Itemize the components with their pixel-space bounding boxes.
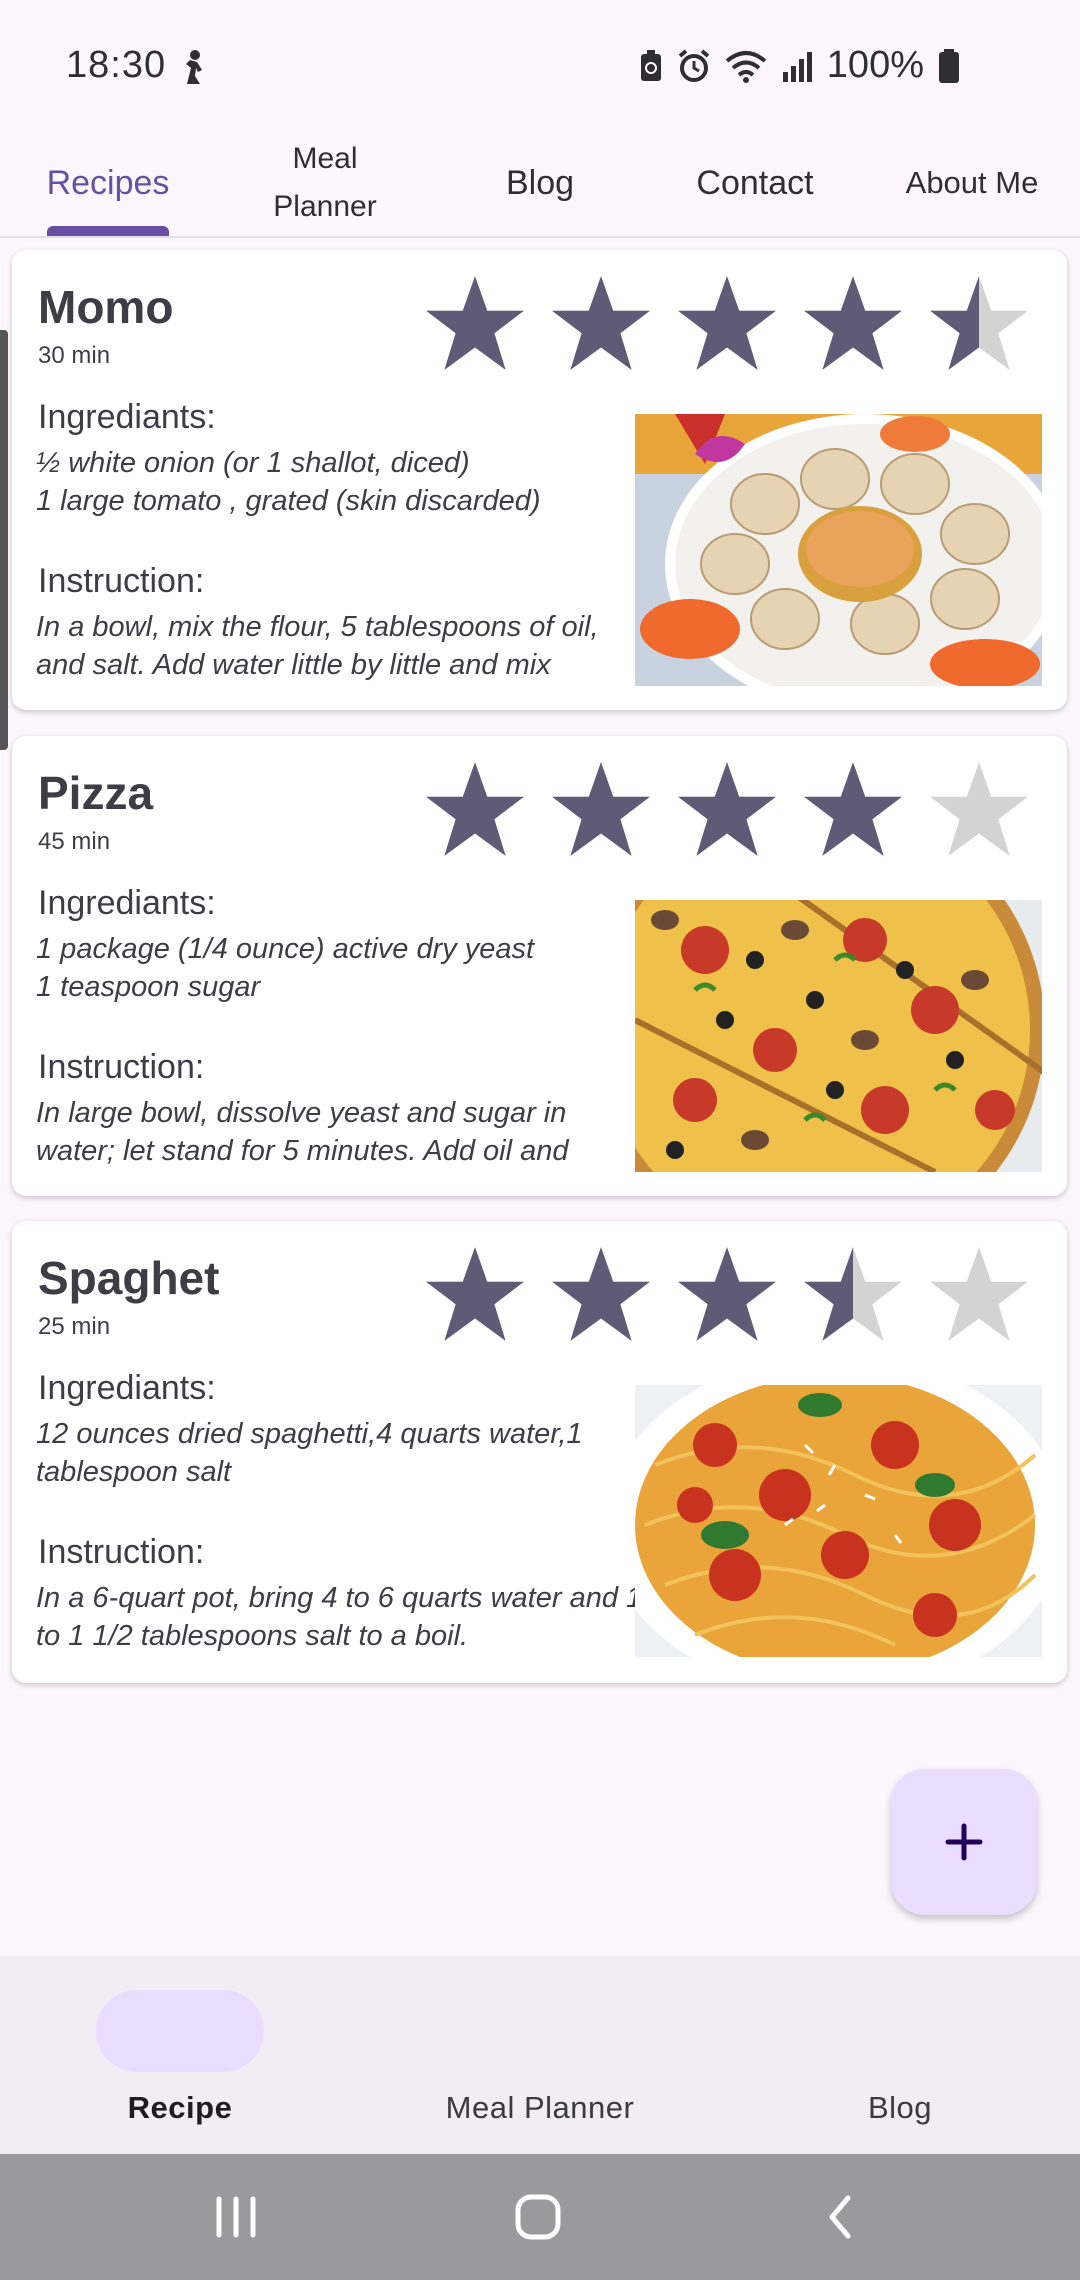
rating-stars[interactable] bbox=[424, 1243, 1030, 1345]
status-bar: 18:30 100% bbox=[0, 0, 1080, 130]
recipe-time: 45 min bbox=[38, 828, 111, 855]
star-icon[interactable] bbox=[676, 1243, 778, 1345]
tab-blog[interactable]: Blog bbox=[470, 130, 610, 236]
nav-pill-placeholder bbox=[456, 1990, 624, 2072]
star-icon[interactable] bbox=[424, 758, 526, 860]
home-button[interactable] bbox=[498, 2182, 578, 2252]
recipe-card-spaghet[interactable]: Spaghet 25 min Ingrediants: 12 ounces dr… bbox=[12, 1221, 1067, 1683]
nav-meal-planner-label: Meal Planner bbox=[445, 2090, 635, 2125]
status-time: 18:30 bbox=[66, 44, 167, 86]
instruction-label: Instruction: bbox=[38, 1533, 205, 1571]
back-icon bbox=[829, 2195, 851, 2239]
nav-blog-label: Blog bbox=[867, 2090, 933, 2125]
tab-contact[interactable]: Contact bbox=[670, 130, 840, 236]
star-icon[interactable] bbox=[802, 758, 904, 860]
star-icon[interactable] bbox=[928, 272, 1030, 374]
person-activity-icon bbox=[186, 50, 202, 84]
ingredients-text: 12 ounces dried spaghetti,4 quarts water… bbox=[36, 1418, 583, 1488]
add-recipe-button[interactable] bbox=[891, 1769, 1037, 1915]
signal-icon bbox=[782, 51, 812, 82]
momo-image bbox=[635, 414, 1042, 686]
rating-stars[interactable] bbox=[424, 272, 1030, 374]
ingredients-text: 1 package (1/4 ounce) active dry yeast 1… bbox=[36, 933, 535, 1003]
nav-recipe-label: Recipe bbox=[127, 2090, 233, 2125]
tab-about-me[interactable]: About Me bbox=[888, 130, 1056, 236]
recipe-title: Momo bbox=[38, 281, 174, 333]
tab-meal-planner-label: Meal Planner bbox=[273, 142, 377, 223]
star-icon[interactable] bbox=[550, 272, 652, 374]
star-icon[interactable] bbox=[550, 758, 652, 860]
nav-blog[interactable]: Blog bbox=[800, 1956, 1000, 2154]
spaghetti-image bbox=[635, 1385, 1042, 1657]
recent-apps-button[interactable] bbox=[196, 2182, 276, 2252]
active-tab-indicator bbox=[47, 226, 169, 236]
home-icon bbox=[515, 2194, 561, 2240]
scroll-edge-handle bbox=[0, 330, 8, 750]
nav-recipe[interactable]: Recipe bbox=[80, 1956, 280, 2154]
star-icon[interactable] bbox=[676, 272, 778, 374]
star-icon[interactable] bbox=[424, 272, 526, 374]
instruction-label: Instruction: bbox=[38, 562, 205, 600]
star-icon[interactable] bbox=[550, 1243, 652, 1345]
star-icon[interactable] bbox=[928, 1243, 1030, 1345]
tab-meal-planner[interactable]: Meal Planner bbox=[230, 130, 420, 236]
star-icon[interactable] bbox=[802, 1243, 904, 1345]
top-tab-bar: Recipes Meal Planner Blog Contact About … bbox=[0, 130, 1080, 238]
recent-apps-icon bbox=[216, 2196, 256, 2238]
instruction-text: In large bowl, dissolve yeast and sugar … bbox=[36, 1097, 569, 1167]
nav-active-indicator bbox=[96, 1990, 264, 2072]
nav-pill-placeholder bbox=[816, 1990, 984, 2072]
star-icon[interactable] bbox=[676, 758, 778, 860]
instruction-text: In a bowl, mix the flour, 5 tablespoons … bbox=[36, 611, 599, 681]
ingredients-label: Ingrediants: bbox=[38, 398, 216, 436]
status-icons: 100% bbox=[639, 44, 960, 87]
battery-saver-icon bbox=[640, 49, 661, 81]
alarm-icon bbox=[678, 48, 710, 82]
back-button[interactable] bbox=[800, 2182, 880, 2252]
star-icon[interactable] bbox=[424, 1243, 526, 1345]
pizza-image bbox=[635, 900, 1042, 1172]
nav-meal-planner[interactable]: Meal Planner bbox=[420, 1956, 660, 2154]
star-icon[interactable] bbox=[802, 272, 904, 374]
recipe-title: Pizza bbox=[38, 767, 154, 819]
bottom-navigation: Recipe Meal Planner Blog bbox=[0, 1956, 1080, 2154]
recipe-card-pizza[interactable]: Pizza 45 min Ingrediants: 1 package (1/4… bbox=[12, 736, 1067, 1196]
recipe-time: 25 min bbox=[38, 1313, 111, 1340]
rating-stars[interactable] bbox=[424, 758, 1030, 860]
wifi-icon bbox=[725, 50, 767, 83]
tab-recipes[interactable]: Recipes bbox=[30, 130, 186, 236]
ingredients-label: Ingrediants: bbox=[38, 1369, 216, 1407]
recipe-title: Spaghet bbox=[38, 1252, 220, 1304]
recipe-time: 30 min bbox=[38, 342, 111, 369]
instruction-label: Instruction: bbox=[38, 1048, 205, 1086]
ingredients-label: Ingrediants: bbox=[38, 884, 216, 922]
instruction-text: In a 6-quart pot, bring 4 to 6 quarts wa… bbox=[36, 1582, 643, 1652]
battery-icon bbox=[939, 48, 959, 83]
system-navigation-bar bbox=[0, 2154, 1080, 2280]
star-icon[interactable] bbox=[928, 758, 1030, 860]
recipe-card-momo[interactable]: Momo 30 min Ingrediants: ½ white onion (… bbox=[12, 250, 1067, 710]
ingredients-text: ½ white onion (or 1 shallot, diced) 1 la… bbox=[36, 447, 541, 517]
plus-icon bbox=[945, 1823, 983, 1861]
battery-percentage: 100% bbox=[826, 44, 924, 86]
